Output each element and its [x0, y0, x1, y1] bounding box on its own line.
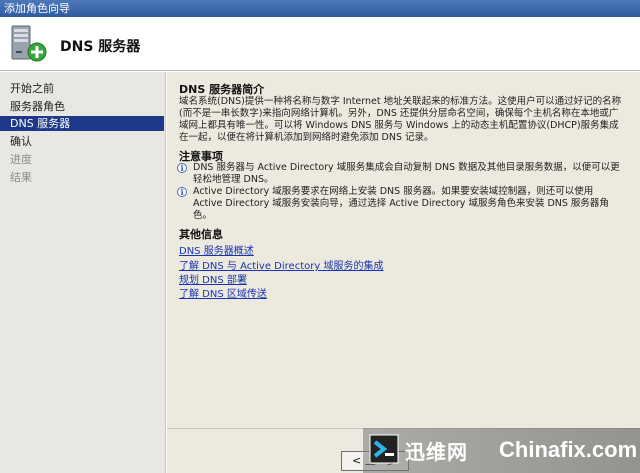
- page-title: DNS 服务器: [60, 39, 141, 55]
- more-info-title: 其他信息: [179, 228, 223, 241]
- note-text: DNS 服务器与 Active Directory 域服务集成会自动复制 DNS…: [193, 162, 620, 185]
- info-icon: i: [177, 163, 187, 173]
- sidebar-item-server-roles[interactable]: 服务器角色: [0, 99, 164, 114]
- wizard-sidebar: 开始之前 服务器角色 DNS 服务器 确认 进度 结果: [0, 72, 166, 473]
- link-dns-zone-transfer[interactable]: 了解 DNS 区域传送: [179, 285, 267, 300]
- sidebar-item-results: 结果: [10, 171, 32, 184]
- intro-text: 域名系统(DNS)提供一种将名称与数字 Internet 地址关联起来的标准方法…: [179, 96, 622, 143]
- info-icon: i: [177, 187, 187, 197]
- note-item: i DNS 服务器与 Active Directory 域服务集成会自动复制 D…: [177, 162, 627, 188]
- watermark-en: Chinafix.com: [499, 437, 638, 462]
- link-plan-dns-deployment[interactable]: 规划 DNS 部署: [179, 271, 247, 286]
- window-titlebar: 添加角色向导: [0, 0, 640, 17]
- note-text: Active Directory 域服务要求在网络上安装 DNS 服务器。如果要…: [193, 186, 609, 221]
- wizard-header: DNS 服务器: [0, 17, 640, 71]
- window-title: 添加角色向导: [4, 2, 70, 15]
- note-item: i Active Directory 域服务要求在网络上安装 DNS 服务器。如…: [177, 186, 627, 221]
- sidebar-item-progress: 进度: [10, 153, 32, 166]
- sidebar-item-confirmation[interactable]: 确认: [0, 134, 164, 149]
- sidebar-item-before-you-begin[interactable]: 开始之前: [0, 81, 164, 96]
- sidebar-item-dns-server[interactable]: DNS 服务器: [0, 116, 164, 131]
- watermark: 迅维网 Chinafix.com: [363, 428, 640, 473]
- link-dns-overview[interactable]: DNS 服务器概述: [179, 242, 254, 257]
- intro-title: DNS 服务器简介: [179, 83, 265, 96]
- link-dns-ad-integration[interactable]: 了解 DNS 与 Active Directory 域服务的集成: [179, 257, 383, 272]
- watermark-cn: 迅维网: [405, 440, 468, 464]
- server-add-icon: [11, 25, 47, 62]
- chinafix-logo-icon: [369, 434, 399, 464]
- wizard-content: DNS 服务器简介 域名系统(DNS)提供一种将名称与数字 Internet 地…: [167, 72, 640, 428]
